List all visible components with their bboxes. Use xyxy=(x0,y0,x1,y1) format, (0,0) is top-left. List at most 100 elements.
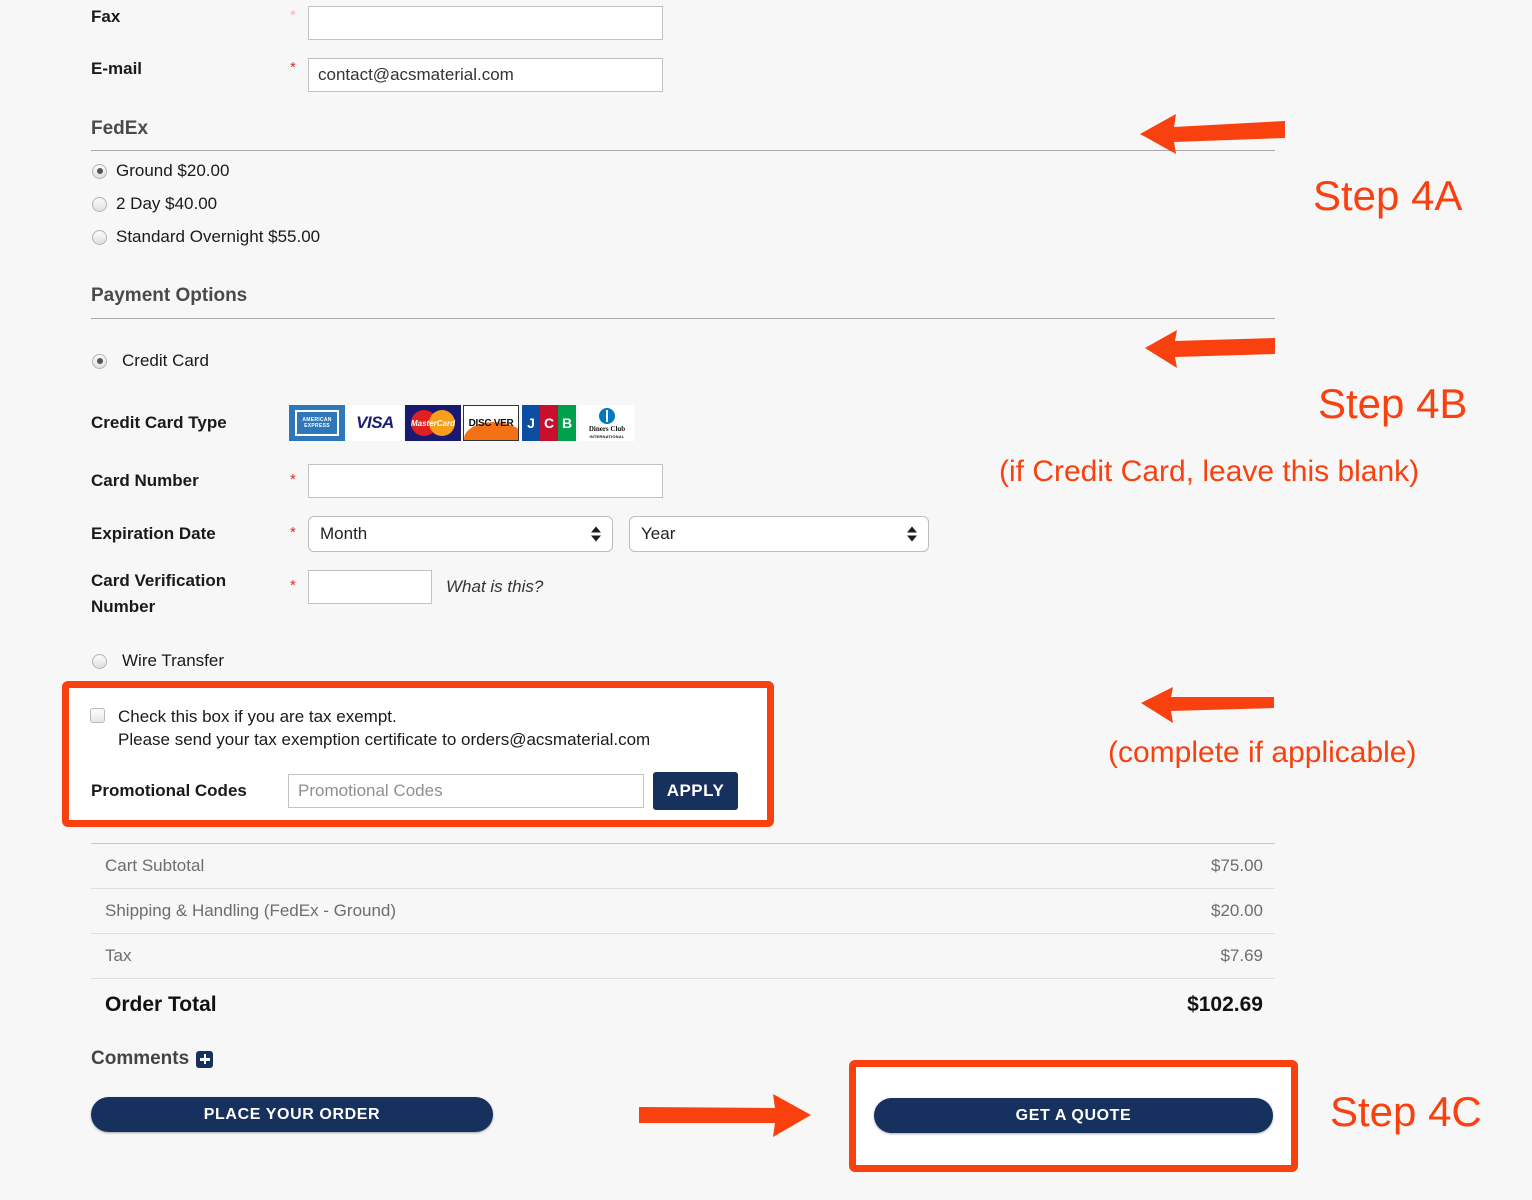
checkout-page: Fax * E-mail * FedEx Ground $20.00 2 Day… xyxy=(0,0,1532,1200)
credit-card-type-label: Credit Card Type xyxy=(91,413,227,432)
card-number-input[interactable] xyxy=(308,464,663,498)
payment-method-wire-transfer-label: Wire Transfer xyxy=(122,651,225,670)
order-total-value: $102.69 xyxy=(1187,992,1263,1016)
annotation-tax-note: (complete if applicable) xyxy=(1108,736,1417,769)
tax-exempt-line2: Please send your tax exemption certifica… xyxy=(118,730,651,749)
payment-method-credit-card[interactable]: Credit Card xyxy=(92,351,209,371)
chevron-updown-icon xyxy=(907,526,917,542)
fax-row: Fax * xyxy=(91,6,663,40)
payment-section-heading: Payment Options xyxy=(91,285,248,306)
tax-exempt-checkbox[interactable] xyxy=(90,708,105,723)
chevron-updown-icon xyxy=(591,526,601,542)
arrow-step-4c-icon xyxy=(639,1094,811,1137)
place-your-order-button[interactable]: PLACE YOUR ORDER xyxy=(91,1097,493,1132)
apply-promo-button[interactable]: APPLY xyxy=(653,772,738,810)
diners-line1: Diners Club xyxy=(588,424,626,433)
fax-label: Fax xyxy=(91,7,121,26)
total-label-tax: Tax xyxy=(105,946,132,965)
jcb-c: C xyxy=(540,405,558,441)
mastercard-logo: MasterCard xyxy=(405,405,461,441)
card-verification-row: Card Verification Number * What is this? xyxy=(91,570,543,618)
amex-line2: EXPRESS xyxy=(304,423,330,429)
email-input[interactable] xyxy=(308,58,663,92)
promotional-codes-row: Promotional Codes APPLY xyxy=(91,772,738,810)
tax-exempt-text: Check this box if you are tax exempt. Pl… xyxy=(118,705,650,751)
arrow-step-4b-icon xyxy=(1145,330,1275,368)
mastercard-wordmark: MasterCard xyxy=(410,418,455,428)
email-label: E-mail xyxy=(91,59,143,78)
order-total-label: Order Total xyxy=(105,992,217,1016)
total-row-subtotal: Cart Subtotal $75.00 xyxy=(91,843,1275,888)
plus-icon[interactable] xyxy=(196,1050,214,1068)
payment-method-wire-transfer[interactable]: Wire Transfer xyxy=(92,651,224,671)
card-number-required-marker: * xyxy=(290,471,296,488)
comments-label: Comments xyxy=(91,1048,190,1069)
radio-credit-card[interactable] xyxy=(92,353,107,369)
cvn-label-line2: Number xyxy=(91,597,156,616)
cvn-label-line1: Card Verification xyxy=(91,571,227,590)
expiration-date-label: Expiration Date xyxy=(91,524,216,543)
total-label-shipping: Shipping & Handling (FedEx - Ground) xyxy=(105,901,397,920)
radio-wire-transfer[interactable] xyxy=(92,653,107,669)
annotation-step-4b: Step 4B xyxy=(1318,380,1468,427)
annotation-step-4c: Step 4C xyxy=(1330,1088,1482,1135)
annotation-step-4b-note: (if Credit Card, leave this blank) xyxy=(999,455,1420,488)
jcb-j: J xyxy=(522,405,540,441)
credit-card-logos: AMERICAN EXPRESS VISA MasterCard DISC VE… xyxy=(289,405,635,441)
diners-club-orb-icon xyxy=(599,407,615,424)
expiration-year-select[interactable]: Year xyxy=(629,516,929,552)
arrow-tax-promo-icon xyxy=(1141,687,1274,723)
promotional-codes-label: Promotional Codes xyxy=(91,781,247,800)
total-value-tax: $7.69 xyxy=(1220,946,1263,965)
total-value-subtotal: $75.00 xyxy=(1211,856,1263,875)
expiration-date-row: Expiration Date * Month Year xyxy=(91,516,929,552)
expiration-required-marker: * xyxy=(290,524,296,541)
discover-wordmark: DISC VER xyxy=(468,417,514,429)
card-verification-label: Card Verification Number xyxy=(91,570,290,618)
expiration-year-value: Year xyxy=(641,524,676,543)
total-value-shipping: $20.00 xyxy=(1211,901,1263,920)
total-label-subtotal: Cart Subtotal xyxy=(105,856,205,875)
comments-toggle[interactable]: Comments xyxy=(91,1048,214,1070)
fax-input[interactable] xyxy=(308,6,663,40)
annotation-step-4a: Step 4A xyxy=(1313,172,1463,219)
card-verification-input[interactable] xyxy=(308,570,432,604)
tax-exempt-row[interactable]: Check this box if you are tax exempt. Pl… xyxy=(90,705,650,751)
shipping-option-2day[interactable]: 2 Day $40.00 xyxy=(92,194,217,214)
shipping-section-divider xyxy=(91,150,1275,151)
email-required-marker: * xyxy=(290,59,296,76)
visa-logo: VISA xyxy=(347,405,403,441)
payment-section-divider xyxy=(91,318,1275,319)
order-totals: Cart Subtotal $75.00 Shipping & Handling… xyxy=(91,843,1275,1030)
card-number-row: Card Number * xyxy=(91,464,663,498)
shipping-option-overnight[interactable]: Standard Overnight $55.00 xyxy=(92,227,320,247)
shipping-option-2day-label: 2 Day $40.00 xyxy=(116,194,218,213)
get-a-quote-button[interactable]: GET A QUOTE xyxy=(874,1098,1273,1133)
what-is-this-link[interactable]: What is this? xyxy=(446,570,543,597)
discover-logo: DISC VER xyxy=(463,405,519,441)
total-row-order-total: Order Total $102.69 xyxy=(91,978,1275,1030)
diners-line2: INTERNATIONAL xyxy=(589,433,625,439)
total-row-tax: Tax $7.69 xyxy=(91,933,1275,978)
shipping-section-heading: FedEx xyxy=(91,118,149,139)
cvn-required-marker: * xyxy=(290,577,296,594)
radio-ground[interactable] xyxy=(92,163,107,179)
promotional-codes-input[interactable] xyxy=(288,774,644,808)
shipping-option-ground-label: Ground $20.00 xyxy=(116,161,230,180)
american-express-logo: AMERICAN EXPRESS xyxy=(289,405,345,441)
fax-required-marker: * xyxy=(290,7,296,24)
email-row: E-mail * xyxy=(91,58,663,92)
jcb-logo: J C B xyxy=(521,405,577,441)
arrow-step-4a-icon xyxy=(1140,114,1285,154)
diners-club-logo: Diners Club INTERNATIONAL xyxy=(579,405,635,441)
expiration-month-value: Month xyxy=(320,524,368,543)
card-number-label: Card Number xyxy=(91,471,199,490)
total-row-shipping: Shipping & Handling (FedEx - Ground) $20… xyxy=(91,888,1275,933)
payment-method-credit-card-label: Credit Card xyxy=(122,351,209,370)
shipping-option-ground[interactable]: Ground $20.00 xyxy=(92,161,229,181)
shipping-option-overnight-label: Standard Overnight $55.00 xyxy=(116,227,321,246)
expiration-month-select[interactable]: Month xyxy=(308,516,613,552)
radio-2day[interactable] xyxy=(92,196,107,212)
radio-overnight[interactable] xyxy=(92,229,107,245)
tax-exempt-line1: Check this box if you are tax exempt. xyxy=(118,707,397,726)
